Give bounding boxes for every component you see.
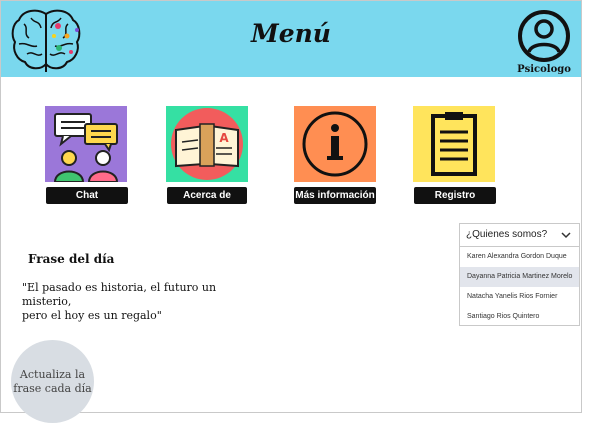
page-title: Menú	[251, 19, 331, 48]
refresh-label-2: frase cada día	[13, 381, 92, 395]
register-button[interactable]: Registro	[414, 187, 496, 204]
dropdown-option[interactable]: Natacha Yanelis Rios Fornier	[460, 287, 579, 307]
svg-text:A: A	[219, 131, 229, 145]
clipboard-icon[interactable]	[413, 106, 495, 182]
quote-line-1: "El pasado es historia, el futuro un mis…	[22, 281, 217, 308]
about-button[interactable]: Acerca de	[167, 187, 247, 204]
more-info-button[interactable]: Más información	[294, 187, 376, 204]
header-bar: Menú Psicologo	[1, 1, 581, 77]
info-icon[interactable]	[294, 106, 376, 182]
about-us-dropdown[interactable]: ¿Quienes somos? Karen Alexandra Gordon D…	[459, 223, 580, 326]
dropdown-selected: ¿Quienes somos?	[466, 229, 548, 240]
refresh-quote-button[interactable]: Actualiza la frase cada día	[11, 340, 94, 423]
chat-button[interactable]: Chat	[46, 187, 128, 204]
dropdown-option[interactable]: Karen Alexandra Gordon Duque	[460, 247, 579, 267]
chat-people-icon[interactable]	[45, 106, 127, 182]
dropdown-option[interactable]: Santiago Rios Quintero	[460, 307, 579, 327]
book-icon[interactable]: A	[166, 106, 248, 182]
refresh-label-1: Actualiza la	[19, 367, 86, 381]
quote-heading: Frase del día	[28, 252, 115, 266]
quote-text: "El pasado es historia, el futuro un mis…	[22, 281, 242, 323]
dropdown-option[interactable]: Dayanna Patricia Martinez Morelo	[460, 267, 579, 287]
dropdown-header[interactable]: ¿Quienes somos?	[460, 224, 579, 247]
quote-line-2: pero el hoy es un regalo"	[22, 309, 162, 322]
profile-label: Psicologo	[517, 64, 571, 75]
chevron-down-icon	[561, 232, 571, 239]
